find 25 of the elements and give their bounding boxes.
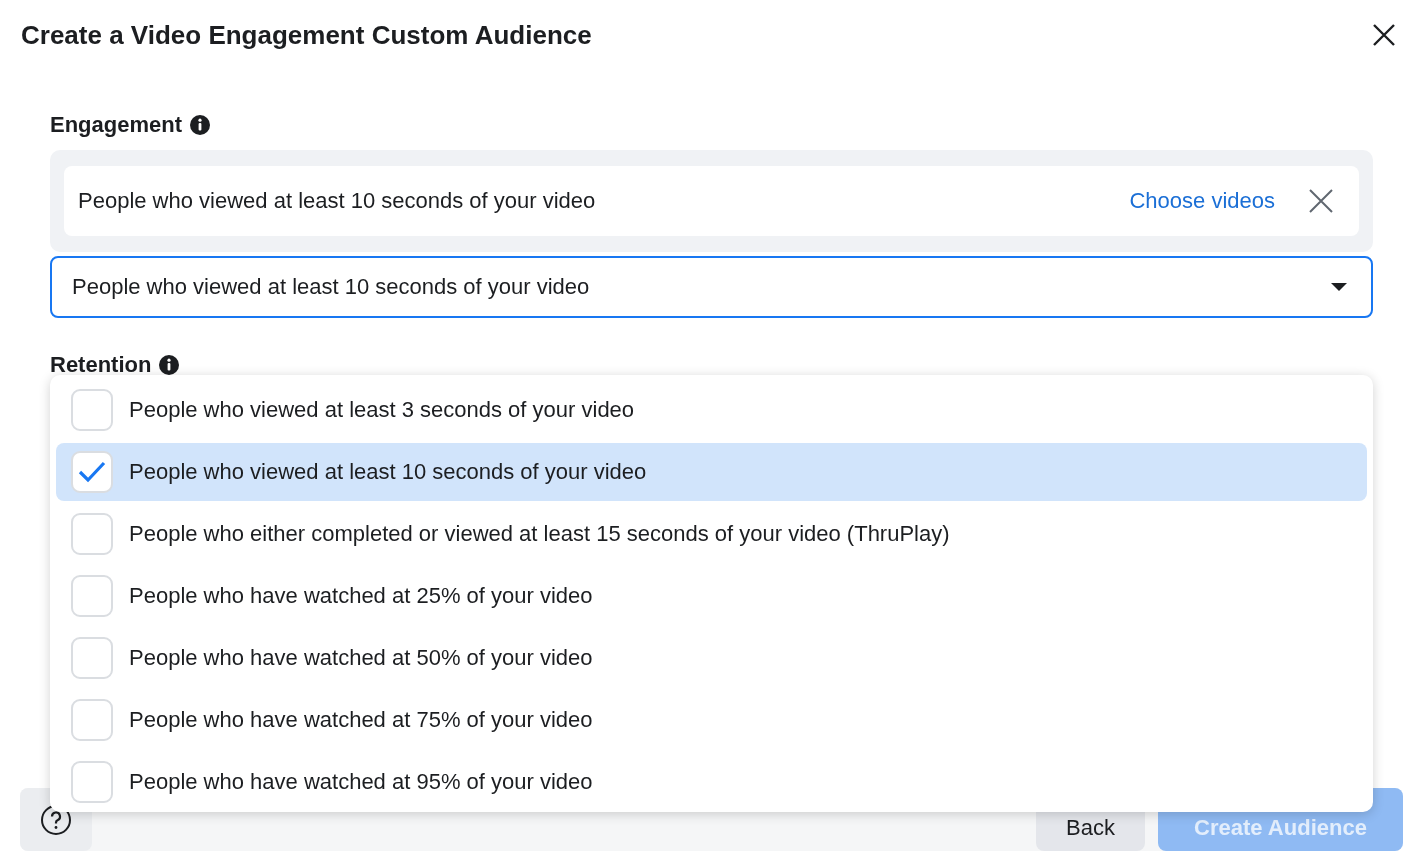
menu-option[interactable]: People who viewed at least 10 seconds of your video (56, 443, 1367, 501)
caret-icon (1331, 282, 1347, 292)
checkbox[interactable] (71, 637, 113, 679)
close-icon[interactable] (1373, 24, 1395, 46)
help-icon (40, 803, 72, 836)
checkbox[interactable] (71, 451, 113, 493)
checkbox[interactable] (71, 575, 113, 617)
checkbox[interactable] (71, 761, 113, 803)
dialog-title: Create a Video Engagement Custom Audience (21, 19, 592, 51)
section-label: Engagement (50, 112, 183, 138)
check-icon (78, 460, 106, 484)
choose-videos-link[interactable]: Choose videos (1129, 188, 1275, 214)
checkbox[interactable] (71, 389, 113, 431)
menu-option[interactable]: People who either completed or viewed at least 15 seconds of your video (ThruPlay) (56, 505, 1367, 563)
menu-option[interactable]: People who viewed at least 3 seconds of your video (56, 381, 1367, 439)
checkbox[interactable] (71, 513, 113, 555)
menu-option[interactable]: People who have watched at 75% of your video (56, 691, 1367, 749)
section-label: Retention (50, 352, 152, 378)
info-icon[interactable] (159, 355, 180, 375)
menu-option[interactable]: People who have watched at 25% of your video (56, 567, 1367, 625)
info-icon[interactable] (190, 115, 211, 135)
engagement-dropdown[interactable]: People who viewed at least 10 seconds of your video (50, 256, 1373, 318)
menu-option[interactable]: People who have watched at 50% of your video (56, 629, 1367, 687)
checkbox[interactable] (71, 699, 113, 741)
rule-text: People who viewed at least 10 seconds of your video (78, 188, 597, 214)
